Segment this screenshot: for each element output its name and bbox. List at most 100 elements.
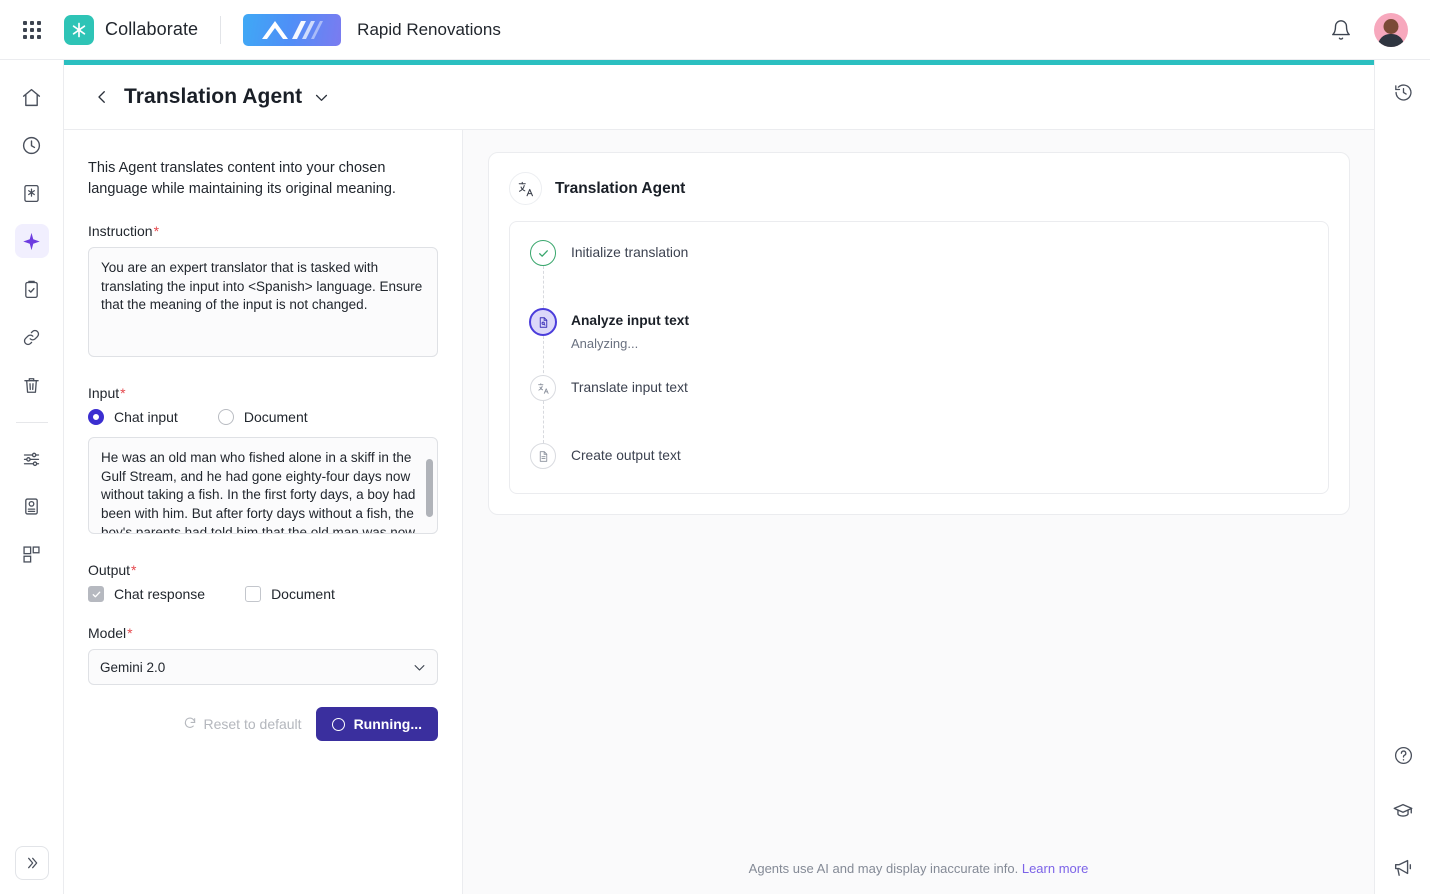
- sidebar-item-reports[interactable]: [15, 489, 49, 523]
- check-icon: [530, 240, 556, 266]
- model-label-text: Model: [88, 625, 126, 641]
- required-marker: *: [120, 385, 125, 401]
- input-scrollbar-thumb[interactable]: [426, 459, 433, 517]
- ai-disclaimer: Agents use AI and may display inaccurate…: [463, 861, 1374, 876]
- translate-icon: [530, 375, 556, 401]
- step-label: Initialize translation: [571, 245, 688, 260]
- reset-to-default-button[interactable]: Reset to default: [183, 716, 302, 733]
- input-textarea-wrap: [88, 437, 438, 539]
- input-label-text: Input: [88, 385, 119, 401]
- output-type-group: Chat response Document: [88, 586, 438, 602]
- chevron-down-icon[interactable]: [313, 89, 330, 106]
- checkbox-document-output[interactable]: [245, 586, 261, 602]
- model-select-wrap: Gemini 2.0: [88, 649, 438, 685]
- document-scan-icon: [529, 308, 557, 336]
- sidebar-expand-button[interactable]: [15, 846, 49, 880]
- right-sidebar: [1374, 60, 1430, 894]
- reset-to-default-label: Reset to default: [204, 716, 302, 732]
- sidebar-item-links[interactable]: [15, 320, 49, 354]
- ai-disclaimer-text: Agents use AI and may display inaccurate…: [749, 861, 1019, 876]
- radio-chat-input-label[interactable]: Chat input: [114, 409, 178, 425]
- spinner-icon: [332, 718, 345, 731]
- sidebar-item-tasks[interactable]: [15, 272, 49, 306]
- sidebar-item-recent[interactable]: [15, 128, 49, 162]
- checkbox-chat-response-label: Chat response: [114, 586, 205, 602]
- input-label: Input*: [88, 385, 438, 401]
- agent-card-title: Translation Agent: [555, 180, 685, 198]
- chat-input-textarea[interactable]: [88, 437, 438, 534]
- top-bar: Collaborate Rapid Renovations: [0, 0, 1430, 60]
- required-marker: *: [127, 625, 132, 641]
- top-bar-actions: [1330, 13, 1408, 47]
- document-icon: [530, 443, 556, 469]
- radio-document-input-label[interactable]: Document: [244, 409, 308, 425]
- agent-steps-list: Initialize translation Analyze input te: [509, 221, 1329, 494]
- step-body: Translate input text: [571, 375, 688, 443]
- step-body: Initialize translation: [571, 240, 688, 308]
- sidebar-item-home[interactable]: [15, 80, 49, 114]
- workspace-name: Rapid Renovations: [357, 20, 501, 40]
- radio-chat-input[interactable]: [88, 409, 104, 425]
- agent-config-form: This Agent translates content into your …: [64, 130, 463, 894]
- step-connector: [543, 401, 544, 443]
- sidebar-item-library[interactable]: [15, 176, 49, 210]
- grid-apps-icon[interactable]: [20, 18, 44, 42]
- learn-more-link[interactable]: Learn more: [1022, 861, 1088, 876]
- step-body: Analyze input text Analyzing...: [571, 308, 689, 375]
- agent-step: Analyze input text Analyzing...: [529, 308, 1308, 375]
- output-label: Output*: [88, 562, 438, 578]
- version-history-icon[interactable]: [1391, 80, 1415, 104]
- radio-document-input[interactable]: [218, 409, 234, 425]
- step-label: Create output text: [571, 448, 681, 463]
- content-split: This Agent translates content into your …: [64, 130, 1374, 894]
- run-button-label: Running...: [354, 716, 422, 732]
- instruction-label-text: Instruction: [88, 223, 153, 239]
- avatar-body: [1378, 34, 1404, 47]
- step-body: Create output text: [571, 443, 681, 477]
- agent-preview-pane: Translation Agent Initialize translation: [463, 130, 1374, 894]
- step-connector: [543, 336, 544, 378]
- agent-run-card: Translation Agent Initialize translation: [488, 152, 1350, 515]
- required-marker: *: [131, 562, 136, 578]
- sidebar-divider: [16, 422, 48, 423]
- sidebar-item-agents[interactable]: [15, 224, 49, 258]
- model-label: Model*: [88, 625, 438, 641]
- step-label: Analyze input text: [571, 313, 689, 328]
- left-sidebar: [0, 60, 64, 894]
- page-title: Translation Agent: [124, 85, 302, 109]
- user-avatar[interactable]: [1374, 13, 1408, 47]
- brand-name: Collaborate: [105, 19, 198, 40]
- page-header: Translation Agent: [64, 65, 1374, 130]
- instruction-label: Instruction*: [88, 223, 438, 239]
- chevron-left-icon[interactable]: [92, 87, 112, 107]
- translate-icon: [509, 172, 542, 205]
- output-label-text: Output: [88, 562, 130, 578]
- avatar-head: [1384, 19, 1399, 34]
- agent-step: Initialize translation: [530, 240, 1308, 308]
- megaphone-icon[interactable]: [1391, 855, 1415, 879]
- rapid-renovations-logo-icon[interactable]: [243, 14, 341, 46]
- form-actions: Reset to default Running...: [88, 707, 438, 741]
- agent-step: Create output text: [530, 443, 1308, 477]
- question-circle-icon[interactable]: [1391, 743, 1415, 767]
- agent-step: Translate input text: [530, 375, 1308, 443]
- main-canvas: Translation Agent This Agent translates …: [64, 60, 1374, 894]
- bell-icon[interactable]: [1330, 19, 1352, 41]
- agent-card-header: Translation Agent: [509, 172, 1329, 205]
- sidebar-item-trash[interactable]: [15, 368, 49, 402]
- model-select[interactable]: Gemini 2.0: [88, 649, 438, 685]
- header-divider: [220, 16, 221, 44]
- agent-description: This Agent translates content into your …: [88, 158, 438, 200]
- graduation-cap-icon[interactable]: [1391, 799, 1415, 823]
- run-button[interactable]: Running...: [316, 707, 438, 741]
- instruction-input[interactable]: [88, 247, 438, 357]
- checkbox-chat-response: [88, 586, 104, 602]
- sidebar-item-widgets[interactable]: [15, 537, 49, 571]
- step-connector: [543, 266, 544, 308]
- step-substatus: Analyzing...: [571, 336, 689, 351]
- input-type-group: Chat input Document: [88, 409, 438, 425]
- collaborate-logo-icon[interactable]: [64, 15, 94, 45]
- checkbox-document-output-label[interactable]: Document: [271, 586, 335, 602]
- sidebar-item-settings[interactable]: [15, 441, 49, 475]
- required-marker: *: [154, 223, 159, 239]
